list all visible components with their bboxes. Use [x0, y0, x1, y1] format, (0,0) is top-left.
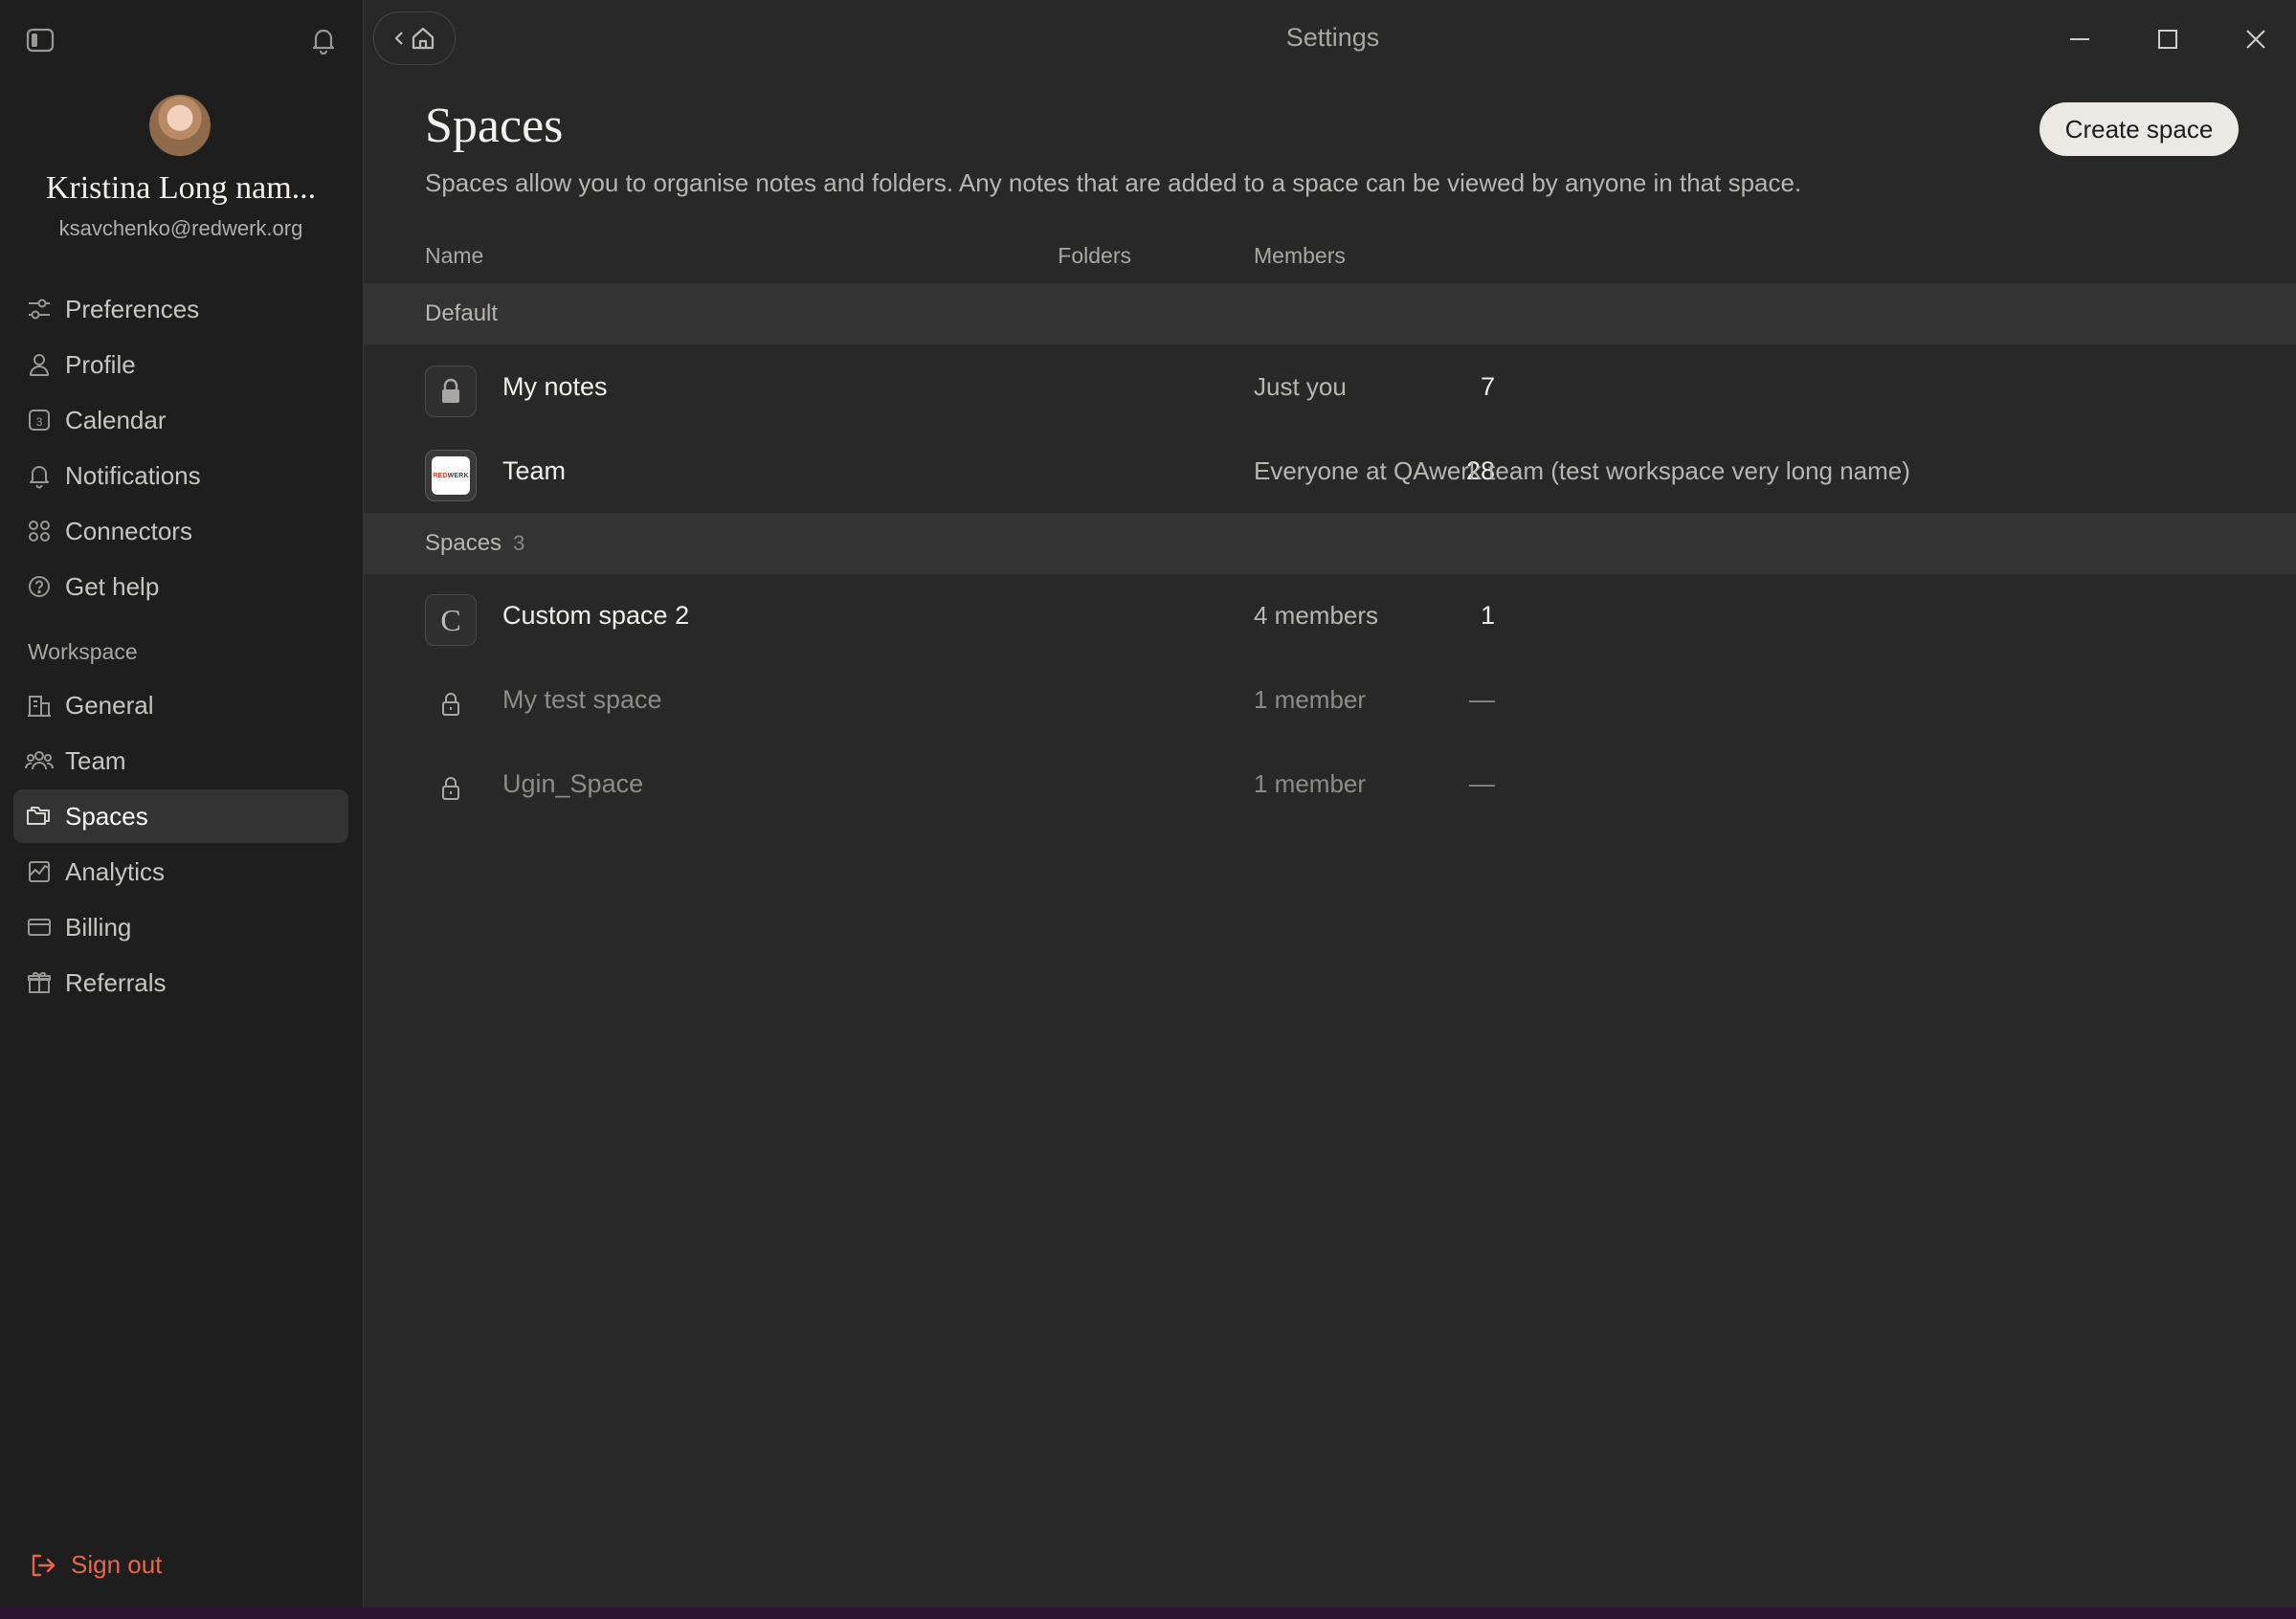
group-header-spaces: Spaces 3	[364, 513, 2296, 574]
group-label: Spaces	[425, 530, 502, 556]
table-row[interactable]: RED WERK Team 28 Everyone at QAwerk team …	[364, 429, 2296, 513]
chart-icon	[13, 858, 65, 885]
maximize-button[interactable]	[2144, 15, 2192, 63]
group-count: 3	[513, 531, 525, 555]
folders-icon	[13, 803, 65, 830]
sidebar-item-analytics[interactable]: Analytics	[13, 845, 348, 898]
team-logo-red: RED	[433, 472, 448, 479]
sidebar-item-label: Notifications	[65, 460, 201, 490]
sidebar-item-spaces[interactable]: Spaces	[13, 789, 348, 843]
team-logo-dark: WERK	[447, 472, 469, 479]
bell-icon[interactable]	[304, 21, 343, 59]
space-members: Just you	[1254, 372, 1347, 401]
sidebar-item-label: Analytics	[65, 856, 166, 886]
column-header-name[interactable]: Name	[425, 243, 483, 269]
sidebar-item-label: General	[65, 690, 154, 720]
user-name: Kristina Long nam...	[45, 170, 317, 206]
sidebar-item-label: Connectors	[65, 516, 192, 545]
group-label: Default	[425, 300, 499, 326]
space-name: My notes	[502, 372, 608, 401]
sidebar-item-label: Get help	[65, 571, 160, 601]
space-letter-icon: C	[425, 594, 477, 646]
sidebar-item-label: Profile	[65, 349, 136, 379]
table-row[interactable]: My notes 7 Just you	[364, 344, 2296, 429]
column-header-folders[interactable]: Folders	[957, 243, 1131, 269]
sliders-icon	[13, 296, 65, 322]
help-icon	[13, 573, 65, 600]
sidebar-item-referrals[interactable]: Referrals	[13, 956, 348, 1009]
sidebar-item-connectors[interactable]: Connectors	[13, 504, 348, 558]
space-name: Custom space 2	[502, 601, 690, 630]
close-button[interactable]	[2232, 15, 2280, 63]
space-members: Everyone at QAwerk team (test workspace …	[1254, 456, 1910, 485]
sidebar-toggle-icon[interactable]	[21, 21, 59, 59]
sign-out-icon	[29, 1552, 57, 1579]
sidebar-item-notifications[interactable]: Notifications	[13, 449, 348, 502]
sidebar-item-label: Team	[65, 745, 126, 775]
building-icon	[13, 692, 65, 719]
sidebar-item-label: Referrals	[65, 967, 167, 997]
create-space-button[interactable]: Create space	[2040, 102, 2239, 156]
space-name: Ugin_Space	[502, 769, 644, 798]
sidebar-item-label: Calendar	[65, 405, 167, 434]
page-title: Spaces	[425, 99, 564, 153]
table-row[interactable]: My test space — 1 member	[364, 657, 2296, 742]
bell-icon	[13, 462, 65, 489]
minimize-button[interactable]	[2056, 15, 2104, 63]
window-title: Settings	[1285, 23, 1380, 52]
calendar-day: 3	[36, 415, 43, 429]
home-icon	[410, 25, 436, 52]
sign-out-button[interactable]: Sign out	[29, 1550, 162, 1580]
sidebar-item-profile[interactable]: Profile	[13, 338, 348, 391]
sign-out-label: Sign out	[71, 1550, 163, 1579]
close-icon	[2244, 28, 2267, 51]
sidebar-item-label: Spaces	[65, 801, 148, 831]
space-folders: 7	[1480, 372, 1495, 401]
page-description: Spaces allow you to organise notes and f…	[425, 168, 1802, 197]
back-home-button[interactable]	[373, 11, 456, 65]
space-name: Team	[502, 456, 567, 485]
group-header-default: Default	[364, 283, 2296, 344]
sidebar-item-calendar[interactable]: 3 Calendar	[13, 393, 348, 447]
people-icon	[13, 747, 65, 774]
sidebar-item-billing[interactable]: Billing	[13, 900, 348, 954]
chevron-left-icon	[392, 29, 406, 48]
avatar[interactable]	[149, 95, 211, 156]
space-name: My test space	[502, 685, 662, 714]
calendar-icon: 3	[13, 407, 65, 433]
connectors-icon	[13, 518, 65, 544]
bottom-edge	[0, 1608, 2296, 1619]
lock-icon	[425, 366, 477, 417]
lock-open-icon	[425, 678, 477, 730]
space-members: 1 member	[1254, 685, 1367, 714]
column-header-members[interactable]: Members	[1254, 243, 1346, 269]
sidebar-item-team[interactable]: Team	[13, 734, 348, 787]
sidebar-item-general[interactable]: General	[13, 678, 348, 732]
sidebar-item-label: Preferences	[65, 294, 200, 323]
space-letter: C	[440, 602, 461, 637]
sidebar-item-get-help[interactable]: Get help	[13, 560, 348, 613]
person-icon	[13, 351, 65, 378]
workspace-section-label: Workspace	[28, 639, 138, 664]
table-row[interactable]: Ugin_Space — 1 member	[364, 742, 2296, 826]
lock-open-icon	[425, 763, 477, 814]
space-members: 4 members	[1254, 601, 1379, 630]
space-members: 1 member	[1254, 769, 1367, 798]
sidebar-item-preferences[interactable]: Preferences	[13, 282, 348, 336]
minimize-icon	[2068, 28, 2091, 51]
sidebar-item-label: Billing	[65, 912, 132, 942]
gift-icon	[13, 969, 65, 996]
table-row[interactable]: C Custom space 2 1 4 members	[364, 573, 2296, 657]
user-email: ksavchenko@redwerk.org	[58, 216, 303, 240]
card-icon	[13, 914, 65, 941]
team-logo: RED WERK	[425, 450, 477, 501]
maximize-icon	[2156, 28, 2179, 51]
team-logo-mark: RED WERK	[432, 456, 470, 495]
sidebar: Kristina Long nam... ksavchenko@redwerk.…	[0, 0, 364, 1608]
